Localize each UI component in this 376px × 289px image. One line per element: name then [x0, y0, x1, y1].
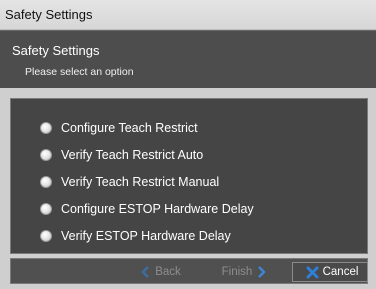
- header-subtitle: Please select an option: [25, 66, 134, 78]
- radio-button[interactable]: [40, 176, 52, 188]
- option-label: Verify ESTOP Hardware Delay: [61, 229, 231, 243]
- back-button[interactable]: Back: [121, 262, 197, 282]
- safety-settings-window: Safety Settings Safety Settings Please s…: [0, 0, 376, 289]
- radio-button[interactable]: [40, 149, 52, 161]
- option-label: Verify Teach Restrict Manual: [61, 175, 220, 189]
- cancel-button[interactable]: Cancel: [292, 262, 368, 282]
- option-verify-teach-restrict-auto[interactable]: Verify Teach Restrict Auto: [40, 146, 203, 164]
- cancel-x-icon: [306, 266, 319, 279]
- option-label: Verify Teach Restrict Auto: [61, 148, 204, 162]
- wizard-header: Safety Settings Please select an option: [0, 30, 376, 88]
- header-title: Safety Settings: [12, 43, 100, 58]
- finish-button-label: Finish: [221, 266, 253, 278]
- button-bar: Back Finish Cancel: [10, 258, 368, 284]
- option-verify-estop-hardware-delay[interactable]: Verify ESTOP Hardware Delay: [40, 227, 231, 245]
- content-frame: Configure Teach Restrict Verify Teach Re…: [0, 88, 376, 256]
- option-configure-estop-hardware-delay[interactable]: Configure ESTOP Hardware Delay: [40, 200, 254, 218]
- option-configure-teach-restrict[interactable]: Configure Teach Restrict: [40, 119, 198, 137]
- wizard-footer: Back Finish Cancel: [0, 256, 376, 289]
- title-bar[interactable]: Safety Settings: [0, 0, 376, 30]
- chevron-left-icon: [141, 266, 151, 278]
- option-label: Configure ESTOP Hardware Delay: [61, 202, 254, 216]
- option-label: Configure Teach Restrict: [61, 121, 198, 135]
- back-button-label: Back: [155, 266, 181, 278]
- radio-button[interactable]: [40, 122, 52, 134]
- chevron-right-icon: [256, 266, 267, 278]
- cancel-button-label: Cancel: [322, 266, 359, 278]
- radio-button[interactable]: [40, 230, 52, 242]
- options-panel: Configure Teach Restrict Verify Teach Re…: [10, 98, 368, 254]
- window-title: Safety Settings: [5, 7, 93, 22]
- option-verify-teach-restrict-manual[interactable]: Verify Teach Restrict Manual: [40, 173, 219, 191]
- finish-button[interactable]: Finish: [208, 262, 284, 282]
- radio-button[interactable]: [40, 203, 52, 215]
